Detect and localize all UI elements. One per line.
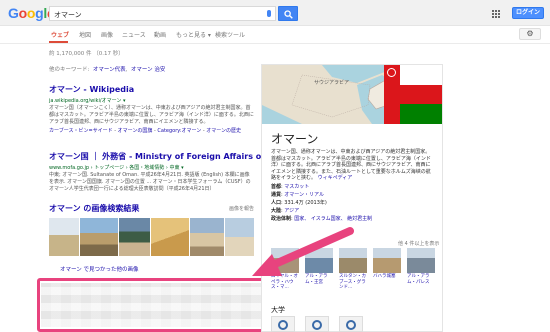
- universities-heading: 大学: [271, 306, 285, 314]
- result-stats: 約 1,170,000 件 （0.17 秒）: [49, 51, 124, 57]
- gear-icon: ⚙: [526, 29, 534, 38]
- related-keywords-label: 他のキーワード:: [49, 67, 90, 73]
- active-tab-indicator: [49, 41, 68, 43]
- place-card[interactable]: アル・アラム・王宮: [305, 248, 335, 285]
- places-carousel: ロイヤル・オペラ・ハウス・マ... アル・アラム・王宮 スルタン・カブース・グラ…: [271, 248, 441, 298]
- fact-key: 通貨: [271, 192, 282, 198]
- image-thumbnails: [49, 218, 254, 256]
- map-label-country: サウジアラビア: [314, 80, 350, 86]
- country-flag-image[interactable]: [384, 65, 442, 124]
- place-card[interactable]: ロイヤル・オペラ・ハウス・マ...: [271, 248, 301, 291]
- sitelink[interactable]: オマーンの歴史: [206, 128, 241, 134]
- result-snippet: オマーン国（オマーンこく）、通称オマーンは、中東および西アジアの絶対君主制国家。…: [49, 105, 254, 125]
- fact-row: 人口: 331.4万 (2013年): [271, 200, 327, 206]
- fact-value[interactable]: 国家、 イスラム国家、 絶対君主制: [294, 216, 372, 222]
- search-result: オマーン - Wikipedia ja.wikipedia.org/wiki/オ…: [49, 84, 254, 134]
- tab-news[interactable]: ニュース: [122, 30, 146, 39]
- apps-grid-icon[interactable]: [492, 10, 500, 18]
- sitelink[interactable]: カーブース・ビン=サイード: [49, 128, 113, 134]
- knowledge-panel-description: オマーン国、通称オマーンは、中東および西アジアの絶対君主制国家。首都はマスカット…: [271, 149, 435, 182]
- fact-key: 首都: [271, 184, 282, 190]
- fact-row: 通貨: オマーン・リアル: [271, 192, 324, 198]
- place-photo: [407, 248, 435, 273]
- tab-search-tools[interactable]: 検索ツール: [215, 30, 245, 39]
- report-images-link[interactable]: 画像を報告: [229, 205, 254, 212]
- place-photo: [271, 248, 299, 273]
- image-thumbnail[interactable]: [225, 218, 254, 256]
- fact-key: 人口: [271, 200, 282, 206]
- google-logo[interactable]: Google: [8, 5, 55, 21]
- university-logo[interactable]: [339, 316, 363, 332]
- sitelink[interactable]: オマーンの国旗: [118, 128, 153, 134]
- place-label: アル・アラム・王宮: [305, 274, 328, 285]
- image-thumbnail[interactable]: [80, 218, 118, 256]
- logo-letter: o: [18, 5, 28, 21]
- place-label: スルタン・カブース・グランド...: [339, 274, 366, 290]
- result-url[interactable]: ja.wikipedia.org/wiki/オマーン ▾: [49, 97, 254, 104]
- related-keyword-link[interactable]: オマーン 治安: [131, 67, 165, 73]
- place-card[interactable]: スルタン・カブース・グランド...: [339, 248, 369, 291]
- search-query-text[interactable]: オマーン: [54, 10, 82, 20]
- result-title-link[interactable]: オマーン国 ｜ 外務省 - Ministry of Foreign Affair…: [49, 151, 293, 162]
- result-sitelinks: カーブース・ビン=サイード - オマーンの国旗 - Category:オマーン …: [49, 128, 242, 134]
- place-photo: [339, 248, 367, 273]
- search-tabs: ウェブ 地図 画像 ニュース 動画 もっと見る ▾ 検索ツール: [0, 26, 550, 44]
- result-snippet: 中東; オマーン国. Sultanate of Oman. 平成26年4月21日…: [49, 172, 251, 192]
- more-places-link[interactable]: 他 4 件以上を表示: [398, 240, 439, 247]
- result-url[interactable]: www.mofa.go.jp › トップページ › 各国・地域情勢 › 中東 ▾: [49, 164, 254, 171]
- knowledge-panel-facts: 首都: マスカット 通貨: オマーン・リアル 人口: 331.4万 (2013年…: [271, 183, 435, 223]
- tab-maps[interactable]: 地図: [79, 30, 91, 39]
- fact-row: 政治体制: 国家、 イスラム国家、 絶対君主制: [271, 216, 373, 222]
- image-thumbnail[interactable]: [119, 218, 150, 256]
- logo-letter: G: [8, 5, 19, 21]
- image-thumbnail[interactable]: [49, 218, 79, 256]
- fact-value[interactable]: マスカット: [284, 184, 309, 190]
- image-results-header: オマーン の画像検索結果 画像を報告: [49, 203, 254, 214]
- image-results-title[interactable]: オマーン の画像検索結果: [49, 203, 254, 214]
- fact-row: 大陸: アジア: [271, 208, 300, 214]
- place-card[interactable]: アル・アラム・パレス: [407, 248, 437, 285]
- tab-web[interactable]: ウェブ: [51, 30, 69, 39]
- fact-row: 首都: マスカット: [271, 184, 310, 190]
- login-button[interactable]: ログイン: [512, 7, 544, 19]
- place-card[interactable]: バハラ城塞: [373, 248, 403, 280]
- fact-value[interactable]: オマーン・リアル: [284, 192, 324, 198]
- search-button[interactable]: [278, 6, 298, 21]
- knowledge-panel-title: オマーン: [271, 132, 319, 146]
- fact-value[interactable]: アジア: [284, 208, 299, 214]
- image-thumbnail[interactable]: [151, 218, 189, 256]
- image-thumbnail[interactable]: [190, 218, 224, 256]
- related-keywords: 他のキーワード: オマーン代表, オマーン 治安: [49, 67, 166, 73]
- logo-letter: o: [26, 5, 36, 21]
- tab-images[interactable]: 画像: [101, 30, 113, 39]
- search-result: オマーン国 ｜ 外務省 - Ministry of Foreign Affair…: [49, 151, 293, 193]
- place-photo: [373, 248, 401, 273]
- fact-key: 大陸: [271, 208, 282, 214]
- settings-button[interactable]: ⚙: [519, 28, 541, 40]
- sitelink[interactable]: Category:オマーン: [157, 128, 201, 134]
- result-title-link[interactable]: オマーン - Wikipedia: [49, 84, 254, 95]
- tab-more[interactable]: もっと見る ▾: [176, 30, 211, 39]
- highlight-box: [37, 278, 265, 332]
- search-input[interactable]: オマーン: [49, 6, 276, 21]
- place-label: バハラ城塞: [373, 274, 396, 279]
- wikipedia-link[interactable]: ウィキペディア: [318, 175, 353, 181]
- place-label: アル・アラム・パレス: [407, 274, 430, 285]
- place-label: ロイヤル・オペラ・ハウス・マ...: [271, 274, 298, 290]
- universities-carousel: [271, 316, 441, 332]
- flag-emblem-icon: [387, 68, 396, 77]
- place-photo: [305, 248, 333, 273]
- microphone-icon[interactable]: [267, 10, 271, 17]
- more-images-link[interactable]: オマーン で見つかった他の画像: [60, 265, 138, 273]
- university-logo[interactable]: [305, 316, 329, 332]
- top-bar: Google オマーン ログイン: [0, 0, 550, 26]
- search-icon: [284, 10, 293, 19]
- fact-key: 政治体制: [271, 216, 292, 222]
- fact-value: 331.4万 (2013年): [284, 200, 327, 206]
- tab-videos[interactable]: 動画: [154, 30, 166, 39]
- university-logo[interactable]: [271, 316, 295, 332]
- related-keyword-link[interactable]: オマーン代表: [93, 67, 126, 73]
